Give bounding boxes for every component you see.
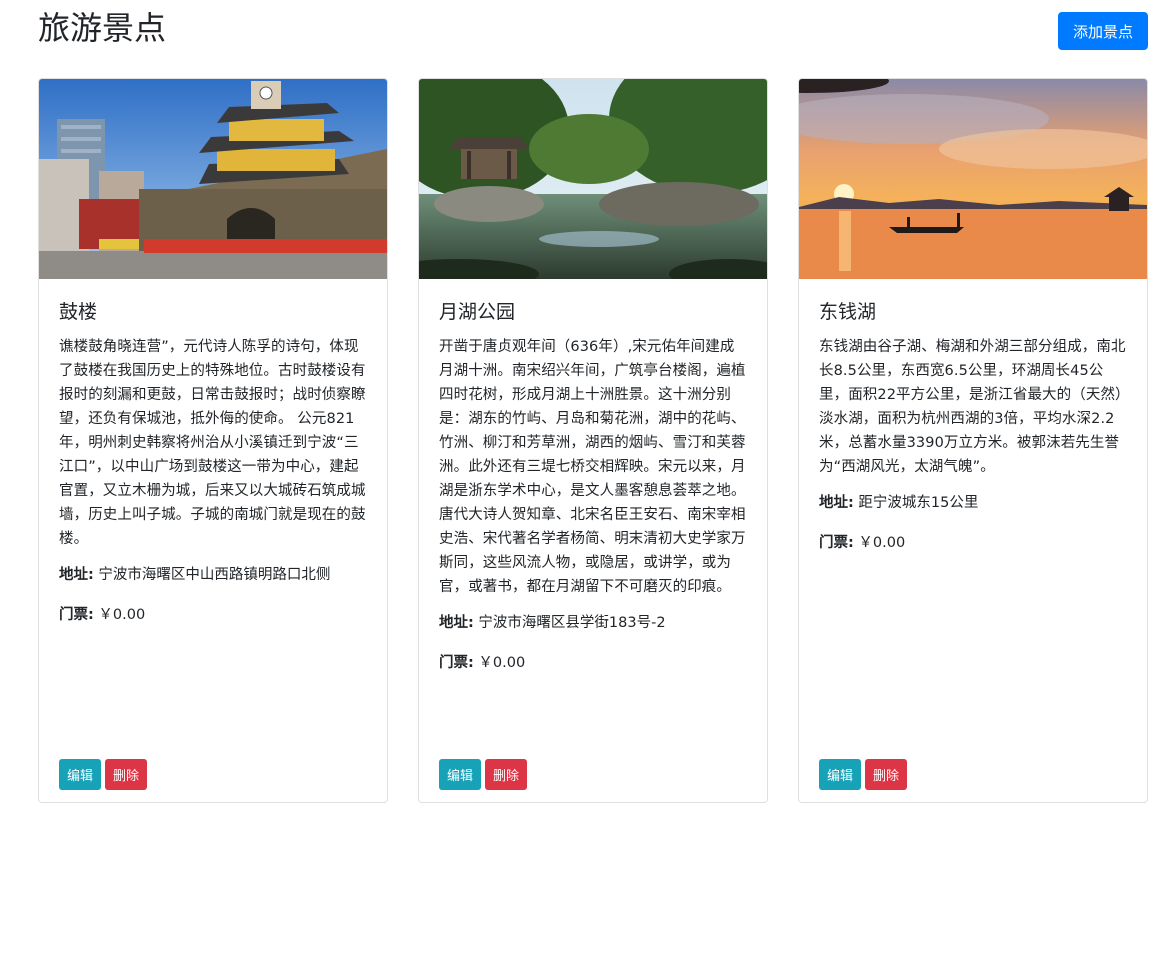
delete-button[interactable]: 删除	[105, 759, 148, 790]
edit-button[interactable]: 编辑	[819, 759, 862, 790]
page-title: 旅游景点	[38, 9, 167, 47]
ticket-label: 门票:	[819, 535, 854, 551]
spot-address: 地址: 宁波市海曙区中山西路镇明路口北侧	[59, 563, 369, 587]
card-actions: 编辑 删除	[59, 759, 148, 790]
spot-description: 谯楼鼓角晓连营”，元代诗人陈孚的诗句，体现了鼓楼在我国历史上的特殊地位。古时鼓楼…	[59, 339, 366, 547]
card-actions: 编辑 删除	[819, 759, 908, 790]
edit-button[interactable]: 编辑	[59, 759, 102, 790]
moon-lake-image	[419, 79, 767, 279]
add-spot-button[interactable]: 添加景点	[1058, 12, 1148, 50]
ticket-label: 门票:	[439, 655, 474, 671]
page: 旅游景点 添加景点 鼓楼 谯楼鼓角晓连营”，元代诗人陈孚的诗句，体现了鼓楼在我国…	[0, 0, 1167, 970]
drum-tower-image	[39, 79, 387, 279]
delete-button[interactable]: 删除	[865, 759, 908, 790]
spot-card-dongqian-lake: 东钱湖 东钱湖由谷子湖、梅湖和外湖三部分组成，南北长8.5公里，东西宽6.5公里…	[798, 78, 1148, 803]
spot-address: 地址: 距宁波城东15公里	[819, 491, 1129, 515]
spot-address: 地址: 宁波市海曙区县学街183号-2	[439, 611, 749, 635]
card-actions: 编辑 删除	[439, 759, 528, 790]
address-value: 宁波市海曙区县学街183号-2	[478, 615, 666, 631]
card-body: 鼓楼 谯楼鼓角晓连营”，元代诗人陈孚的诗句，体现了鼓楼在我国历史上的特殊地位。古…	[59, 297, 369, 643]
address-label: 地址:	[819, 495, 854, 511]
card-body: 月湖公园 开凿于唐贞观年间（636年）,宋元佑年间建成月湖十洲。南宋绍兴年间，广…	[439, 297, 749, 691]
spot-ticket: 门票: ￥0.00	[59, 603, 369, 627]
spot-ticket: 门票: ￥0.00	[439, 651, 749, 675]
spot-card-drum-tower: 鼓楼 谯楼鼓角晓连营”，元代诗人陈孚的诗句，体现了鼓楼在我国历史上的特殊地位。古…	[38, 78, 388, 803]
address-label: 地址:	[439, 615, 474, 631]
spot-name: 月湖公园	[439, 301, 516, 323]
card-body: 东钱湖 东钱湖由谷子湖、梅湖和外湖三部分组成，南北长8.5公里，东西宽6.5公里…	[819, 297, 1129, 571]
spot-description: 开凿于唐贞观年间（636年）,宋元佑年间建成月湖十洲。南宋绍兴年间，广筑亭台楼阁…	[439, 339, 746, 595]
ticket-value: ￥0.00	[478, 655, 526, 671]
spot-name: 东钱湖	[819, 301, 877, 323]
ticket-label: 门票:	[59, 607, 94, 623]
ticket-value: ￥0.00	[98, 607, 146, 623]
spot-name: 鼓楼	[59, 301, 98, 323]
address-value: 距宁波城东15公里	[858, 495, 979, 511]
dongqian-lake-image	[799, 79, 1147, 279]
address-label: 地址:	[59, 567, 94, 583]
spot-ticket: 门票: ￥0.00	[819, 531, 1129, 555]
ticket-value: ￥0.00	[858, 535, 906, 551]
address-value: 宁波市海曙区中山西路镇明路口北侧	[98, 567, 331, 583]
delete-button[interactable]: 删除	[485, 759, 528, 790]
spot-card-moon-lake: 月湖公园 开凿于唐贞观年间（636年）,宋元佑年间建成月湖十洲。南宋绍兴年间，广…	[418, 78, 768, 803]
edit-button[interactable]: 编辑	[439, 759, 482, 790]
spot-description: 东钱湖由谷子湖、梅湖和外湖三部分组成，南北长8.5公里，东西宽6.5公里，环湖周…	[819, 339, 1126, 475]
